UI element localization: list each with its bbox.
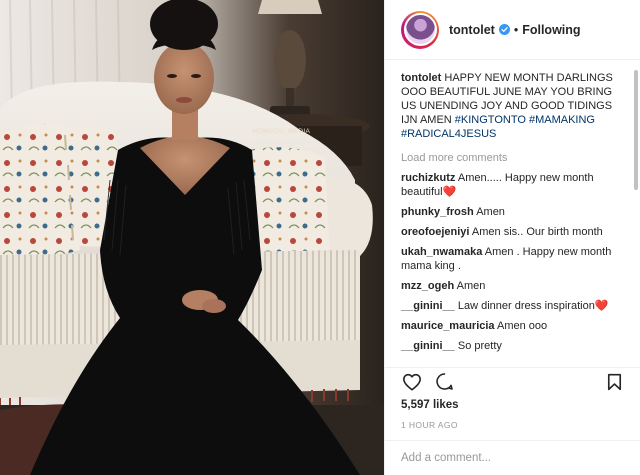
comments-list[interactable]: tontolet HAPPY NEW MONTH DARLINGS OOO BE… <box>385 61 629 367</box>
comment-text: Law dinner dress inspiration❤️ <box>457 300 609 312</box>
heart-outline-icon <box>403 373 421 391</box>
like-button[interactable] <box>401 371 423 393</box>
lamp-shade <box>258 0 322 14</box>
header-separator: • <box>513 22 519 37</box>
post-image <box>0 0 384 475</box>
comment: maurice_mauricia Amen ooo <box>401 319 629 333</box>
action-bar <box>385 367 640 395</box>
comment-username[interactable]: ruchizkutz <box>401 172 455 184</box>
post-sidebar: tontolet • Following tontolet HAPPY NEW … <box>384 0 640 475</box>
header-username[interactable]: tontolet <box>449 23 495 37</box>
comment: ukah_nwamaka Amen . Happy new month mama… <box>401 245 629 273</box>
post-photo[interactable]: MOMODU_MEDIA <box>0 0 384 475</box>
likes-count[interactable]: 5,597 likes <box>401 399 459 411</box>
comment: __ginini__ Law dinner dress inspiration❤… <box>401 299 629 313</box>
load-more-comments-button[interactable]: Load more comments <box>401 151 629 165</box>
avatar[interactable] <box>401 10 439 49</box>
comment-username[interactable]: phunky_frosh <box>401 206 474 218</box>
save-button[interactable] <box>603 371 625 393</box>
comment-text: Amen sis.. Our birth month <box>471 226 603 238</box>
bookmark-icon <box>607 373 621 390</box>
comment-username[interactable]: maurice_mauricia <box>401 320 495 332</box>
comment-username[interactable]: __ginini__ <box>401 300 455 312</box>
comment-button[interactable] <box>433 371 455 393</box>
comment: phunky_frosh Amen <box>401 205 629 219</box>
comments-scrollbar[interactable] <box>634 70 638 190</box>
speech-bubble-icon <box>435 373 453 390</box>
comment-text: Amen ooo <box>497 320 548 332</box>
add-comment-bar <box>385 440 640 475</box>
add-comment-input[interactable] <box>401 452 625 464</box>
following-button[interactable]: Following <box>522 23 580 37</box>
photo-watermark: MOMODU_MEDIA <box>252 128 311 135</box>
comment-text: Amen <box>456 280 486 292</box>
post-caption: tontolet HAPPY NEW MONTH DARLINGS OOO BE… <box>401 71 629 141</box>
comment-username[interactable]: mzz_ogeh <box>401 280 454 292</box>
comment-username[interactable]: ukah_nwamaka <box>401 246 482 258</box>
caption-username[interactable]: tontolet <box>401 72 441 84</box>
avatar-image <box>403 13 437 46</box>
post-header: tontolet • Following <box>385 0 640 60</box>
comment: ruchizkutz Amen..... Happy new month bea… <box>401 171 629 199</box>
post-timestamp: 1 HOUR AGO <box>401 420 458 430</box>
comment-username[interactable]: __ginini__ <box>401 340 455 352</box>
comment: __ginini__ So pretty <box>401 339 629 353</box>
verified-badge-icon <box>498 24 510 35</box>
comment-text: So pretty <box>457 340 502 352</box>
comment: oreofoejeniyi Amen sis.. Our birth month <box>401 225 629 239</box>
comment-username[interactable]: oreofoejeniyi <box>401 226 469 238</box>
comment-text: Amen <box>476 206 505 218</box>
header-text: tontolet • Following <box>449 23 581 37</box>
comment: mzz_ogeh Amen <box>401 279 629 293</box>
